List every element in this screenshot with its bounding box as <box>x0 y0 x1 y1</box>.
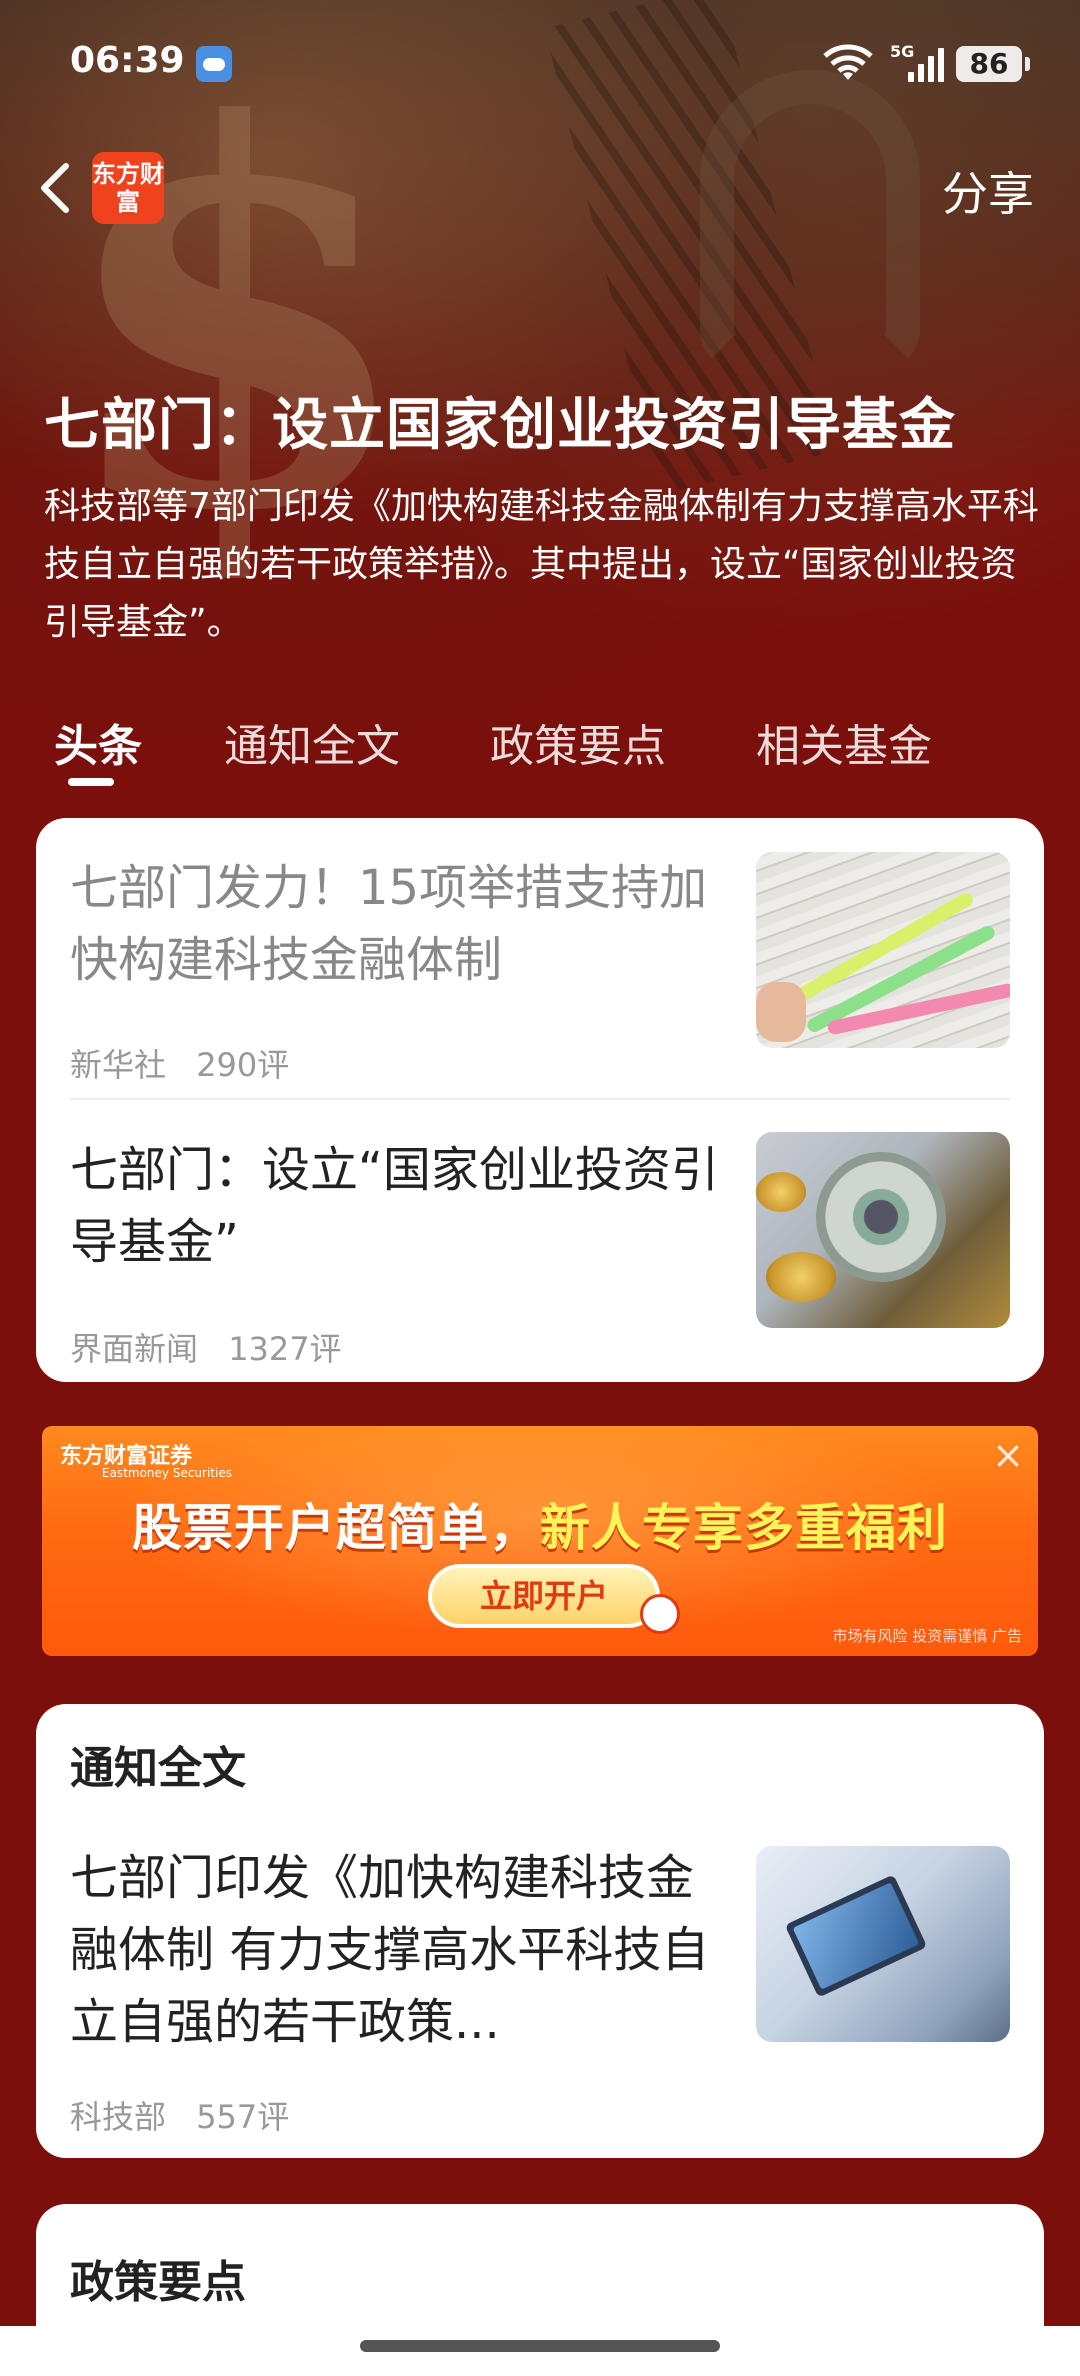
ad-disclaimer: 市场有风险 投资需谨慎 广告 <box>832 1627 1022 1645</box>
battery-indicator: 86 <box>956 46 1030 82</box>
tablet-image <box>784 1874 928 1998</box>
news-meta: 新华社 290评 <box>70 1040 289 1086</box>
tab-headlines[interactable]: 头条 <box>54 710 142 774</box>
ad-headline-part2: 新人专享多重福利 <box>540 1499 948 1557</box>
news-source: 科技部 <box>70 2098 167 2136</box>
tab-notice-full-text[interactable]: 通知全文 <box>224 710 400 774</box>
close-icon[interactable]: × <box>992 1436 1024 1474</box>
headlines-card: 七部门发力！15项举措支持加快构建科技金融体制 新华社 290评 七部门：设立“… <box>36 818 1044 1382</box>
news-comments: 557评 <box>196 2098 290 2136</box>
tablet-screen <box>792 1882 920 1990</box>
status-bar: 06:39 5G 86 <box>0 0 1080 130</box>
tab-bar: 头条 通知全文 政策要点 相关基金 <box>44 710 1044 790</box>
money-roll-image <box>816 1152 946 1282</box>
news-thumbnail[interactable] <box>756 1132 1010 1328</box>
open-account-button[interactable]: 立即开户 <box>428 1564 660 1628</box>
news-item[interactable]: 七部门：设立“国家创业投资引导基金” 界面新闻 1327评 <box>70 1132 1010 1368</box>
active-tab-indicator <box>68 778 114 786</box>
news-item[interactable]: 七部门发力！15项举措支持加快构建科技金融体制 新华社 290评 <box>70 852 1010 1084</box>
ad-headline-part1: 股票开户超简单， <box>132 1499 540 1557</box>
share-button[interactable]: 分享 <box>942 158 1034 224</box>
section-heading[interactable]: 通知全文 <box>70 1732 246 1796</box>
news-item[interactable]: 七部门印发《加快构建科技金融体制 有力支撑高水平科技自立自强的若干政策... 科… <box>70 1842 1010 2136</box>
ad-headline: 股票开户超简单，新人专享多重福利 <box>42 1488 1038 1560</box>
home-indicator[interactable] <box>360 2340 720 2352</box>
tab-related-funds[interactable]: 相关基金 <box>756 710 932 774</box>
divider <box>70 1098 1010 1100</box>
news-title[interactable]: 七部门发力！15项举措支持加快构建科技金融体制 <box>70 852 730 996</box>
coin-image <box>766 1252 836 1302</box>
ad-banner[interactable]: 东方财富证券 Eastmoney Securities × 股票开户超简单，新人… <box>42 1426 1038 1656</box>
status-time: 06:39 <box>70 40 185 81</box>
section-heading[interactable]: 政策要点 <box>70 2246 246 2310</box>
logo-text: 东方财富 <box>92 160 164 216</box>
notice-section-card: 通知全文 七部门印发《加快构建科技金融体制 有力支撑高水平科技自立自强的若干政策… <box>36 1704 1044 2158</box>
news-title[interactable]: 七部门：设立“国家创业投资引导基金” <box>70 1134 730 1278</box>
tab-policy-points[interactable]: 政策要点 <box>490 710 666 774</box>
news-thumbnail[interactable] <box>756 852 1010 1048</box>
back-arrow-icon[interactable] <box>34 158 84 218</box>
news-thumbnail[interactable] <box>756 1846 1010 2042</box>
hand-image <box>756 982 806 1042</box>
news-title[interactable]: 七部门印发《加快构建科技金融体制 有力支撑高水平科技自立自强的若干政策... <box>70 1842 730 2058</box>
cell-signal-icon <box>908 48 944 82</box>
news-comments: 1327评 <box>228 1330 342 1368</box>
pointer-icon <box>640 1594 680 1634</box>
wifi-icon <box>822 44 874 93</box>
topic-description: 科技部等7部门印发《加快构建科技金融体制有力支撑高水平科技自立自强的若干政策举措… <box>44 486 1039 643</box>
news-meta: 科技部 557评 <box>70 2092 289 2138</box>
news-comments: 290评 <box>196 1046 290 1084</box>
coin-image <box>756 1172 806 1212</box>
news-source: 新华社 <box>70 1046 167 1084</box>
app-logo: 东方财富 <box>92 152 164 224</box>
topic-title: 七部门：设立国家创业投资引导基金 <box>44 393 956 458</box>
ad-brand-english: Eastmoney Securities <box>102 1466 232 1480</box>
news-meta: 界面新闻 1327评 <box>70 1324 342 1370</box>
news-source: 界面新闻 <box>70 1330 199 1368</box>
weather-icon <box>196 46 232 82</box>
